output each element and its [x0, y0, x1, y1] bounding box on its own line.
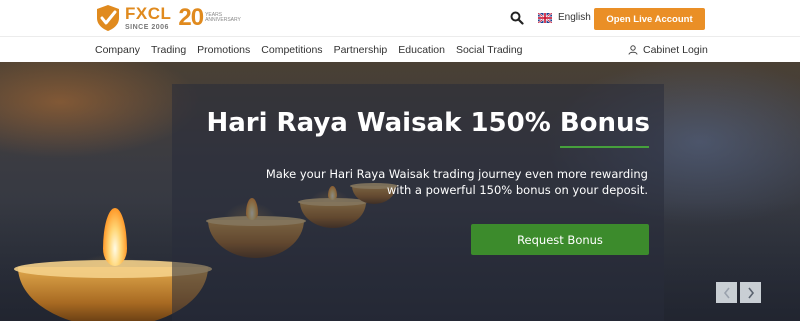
nav-item-trading[interactable]: Trading — [151, 44, 186, 56]
top-header: FXCL SINCE 2006 20 YEARS ANNIVERSARY Eng… — [0, 0, 800, 36]
nav-item-partnership[interactable]: Partnership — [334, 44, 388, 56]
carousel-prev-button[interactable] — [716, 282, 737, 303]
chevron-left-icon — [723, 287, 730, 298]
nav-menu: Company Trading Promotions Competitions … — [95, 37, 534, 63]
hero-title: Hari Raya Waisak 150% Bonus — [206, 108, 650, 138]
uk-flag-icon — [538, 12, 552, 23]
cabinet-login-link[interactable]: Cabinet Login — [628, 37, 708, 63]
nav-item-education[interactable]: Education — [398, 44, 445, 56]
logo-since: SINCE 2006 — [125, 24, 169, 31]
request-bonus-button[interactable]: Request Bonus — [471, 224, 649, 255]
nav-item-promotions[interactable]: Promotions — [197, 44, 250, 56]
nav-item-competitions[interactable]: Competitions — [261, 44, 322, 56]
language-label: English — [558, 12, 591, 23]
hero-title-underline — [560, 146, 649, 148]
hero-subtitle: Make your Hari Raya Waisak trading journ… — [250, 166, 648, 198]
logo-text: FXCL SINCE 2006 — [125, 5, 171, 31]
cabinet-login-label: Cabinet Login — [643, 44, 708, 56]
main-nav: Company Trading Promotions Competitions … — [0, 36, 800, 62]
user-icon — [628, 45, 638, 55]
anniversary-line2: ANNIVERSARY — [205, 17, 241, 23]
anniversary-badge: 20 YEARS ANNIVERSARY — [178, 4, 240, 32]
language-selector[interactable]: English — [538, 12, 591, 23]
nav-item-company[interactable]: Company — [95, 44, 140, 56]
open-live-account-button[interactable]: Open Live Account — [594, 8, 705, 30]
anniversary-text: YEARS ANNIVERSARY — [205, 12, 241, 24]
logo-name: FXCL — [125, 4, 172, 23]
hero-subtitle-line1: Make your Hari Raya Waisak trading journ… — [265, 167, 648, 181]
anniversary-number: 20 — [178, 4, 204, 31]
search-icon[interactable] — [510, 11, 524, 25]
fxcl-shield-logo-icon — [97, 5, 119, 31]
carousel-next-button[interactable] — [740, 282, 761, 303]
hero-subtitle-line2: with a powerful 150% bonus on your depos… — [386, 183, 648, 197]
nav-item-social-trading[interactable]: Social Trading — [456, 44, 523, 56]
fxcl-logo[interactable]: FXCL SINCE 2006 20 YEARS ANNIVERSARY — [95, 4, 241, 32]
chevron-right-icon — [747, 287, 754, 298]
